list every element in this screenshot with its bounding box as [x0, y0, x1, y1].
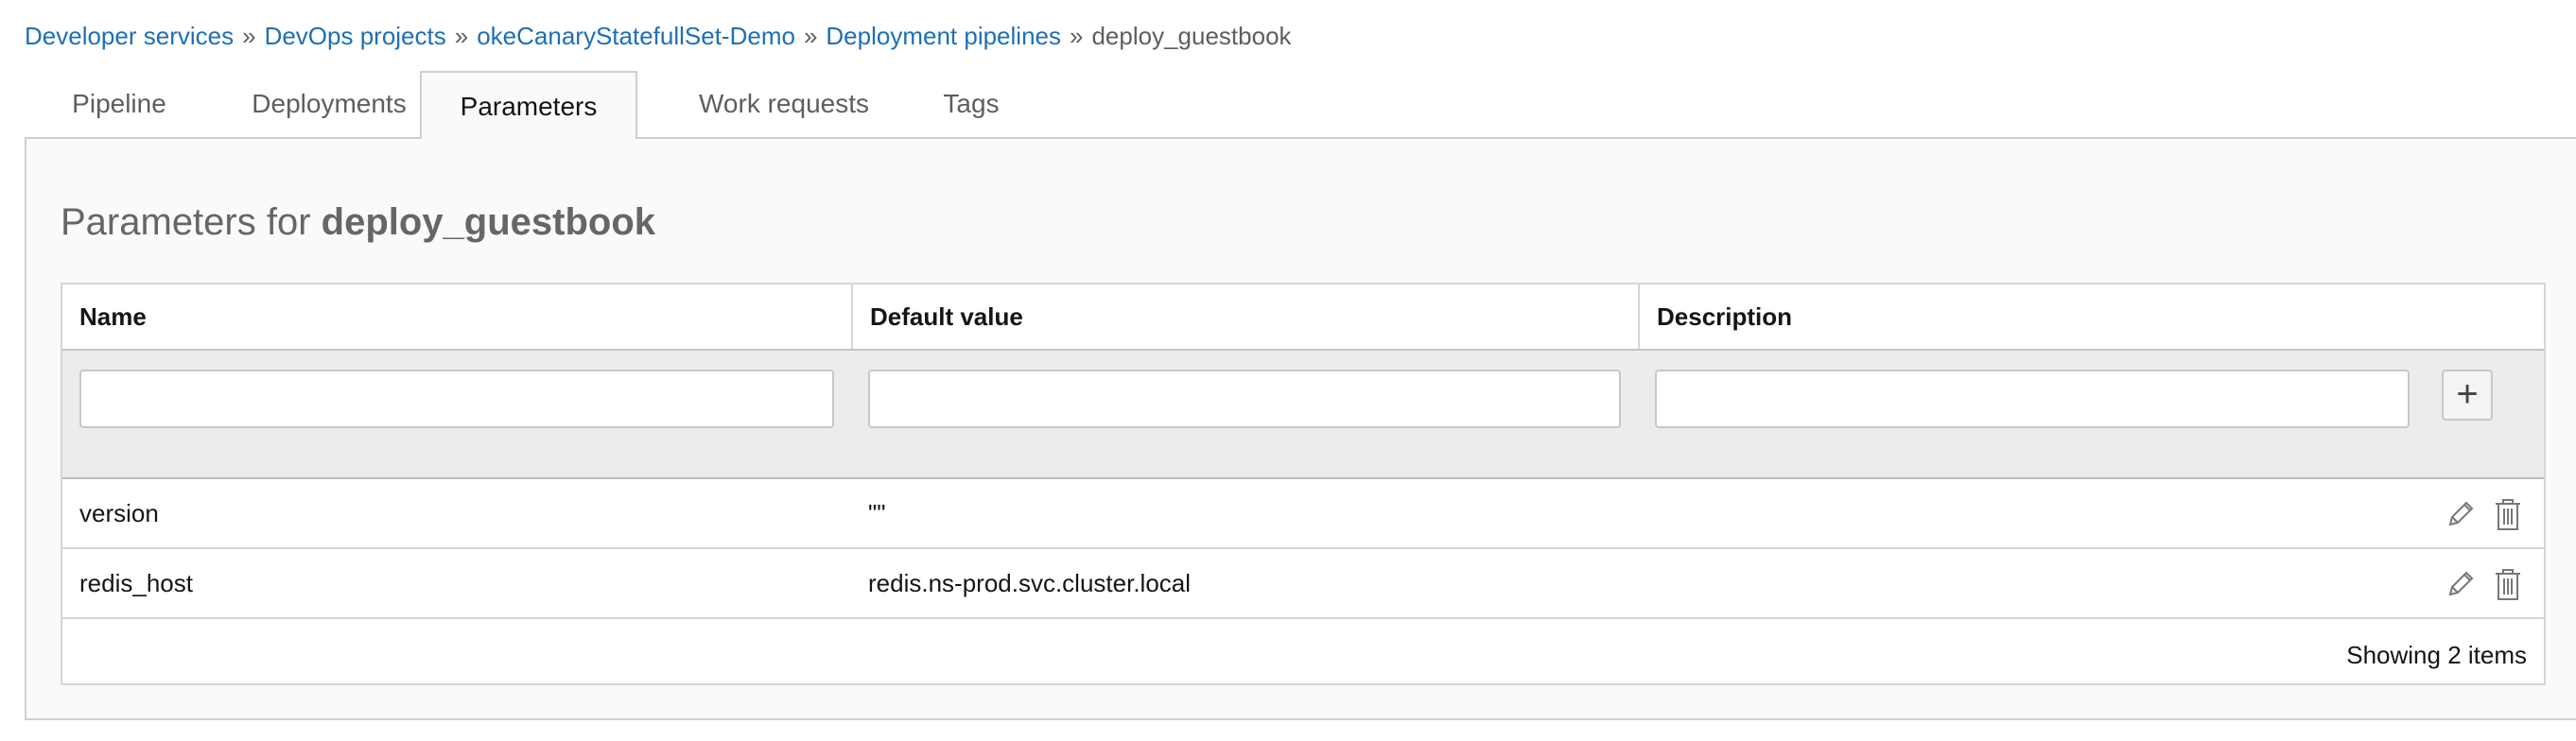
table-row: version "" — [62, 479, 2544, 549]
column-header-name: Name — [79, 302, 147, 331]
page-title-prefix: Parameters for — [61, 201, 311, 243]
new-parameter-name-input[interactable] — [79, 370, 834, 428]
column-header-default-value: Default value — [851, 284, 1638, 349]
tab-work-requests[interactable]: Work requests — [645, 71, 923, 137]
parameter-name: version — [79, 499, 159, 527]
parameters-panel: Parameters for deploy_guestbook Name Def… — [25, 137, 2576, 720]
breadcrumb-link-project[interactable]: okeCanaryStatefullSet-Demo — [477, 22, 795, 50]
breadcrumb-link-deployment-pipelines[interactable]: Deployment pipelines — [826, 22, 1061, 50]
column-header-description: Description — [1638, 284, 2544, 349]
breadcrumb: Developer services » DevOps projects » okeCa… — [25, 19, 1292, 53]
breadcrumb-separator: » — [1070, 22, 1084, 50]
breadcrumb-link-devops-projects[interactable]: DevOps projects — [265, 22, 446, 50]
pencil-icon[interactable] — [2445, 566, 2480, 604]
parameters-table: Name Default value Description + version… — [61, 283, 2546, 685]
page-title: Parameters for deploy_guestbook — [61, 201, 655, 244]
table-header: Name Default value Description — [62, 284, 2544, 351]
breadcrumb-link-developer-services[interactable]: Developer services — [25, 22, 234, 50]
tab-deployments[interactable]: Deployments — [214, 71, 444, 137]
tab-tags[interactable]: Tags — [891, 71, 1052, 137]
add-parameter-button[interactable]: + — [2442, 370, 2493, 421]
trash-icon[interactable] — [2493, 496, 2527, 534]
page-title-pipeline-name: deploy_guestbook — [321, 201, 656, 243]
table-row: redis_host redis.ns-prod.svc.cluster.loc… — [62, 549, 2544, 619]
parameter-name: redis_host — [79, 569, 193, 597]
new-parameter-default-value-input[interactable] — [868, 370, 1621, 428]
tab-parameters[interactable]: Parameters — [420, 71, 637, 139]
parameter-default-value: "" — [868, 499, 886, 527]
trash-icon[interactable] — [2493, 566, 2527, 604]
pencil-icon[interactable] — [2445, 496, 2480, 534]
new-parameter-description-input[interactable] — [1655, 370, 2410, 428]
add-parameter-row: + — [62, 351, 2544, 479]
breadcrumb-separator: » — [454, 22, 469, 50]
parameter-default-value: redis.ns-prod.svc.cluster.local — [868, 569, 1192, 597]
breadcrumb-separator: » — [242, 22, 256, 50]
tab-pipeline[interactable]: Pipeline — [25, 71, 214, 137]
breadcrumb-current: deploy_guestbook — [1091, 22, 1292, 50]
table-item-count: Showing 2 items — [2346, 641, 2527, 669]
breadcrumb-separator: » — [803, 22, 818, 50]
